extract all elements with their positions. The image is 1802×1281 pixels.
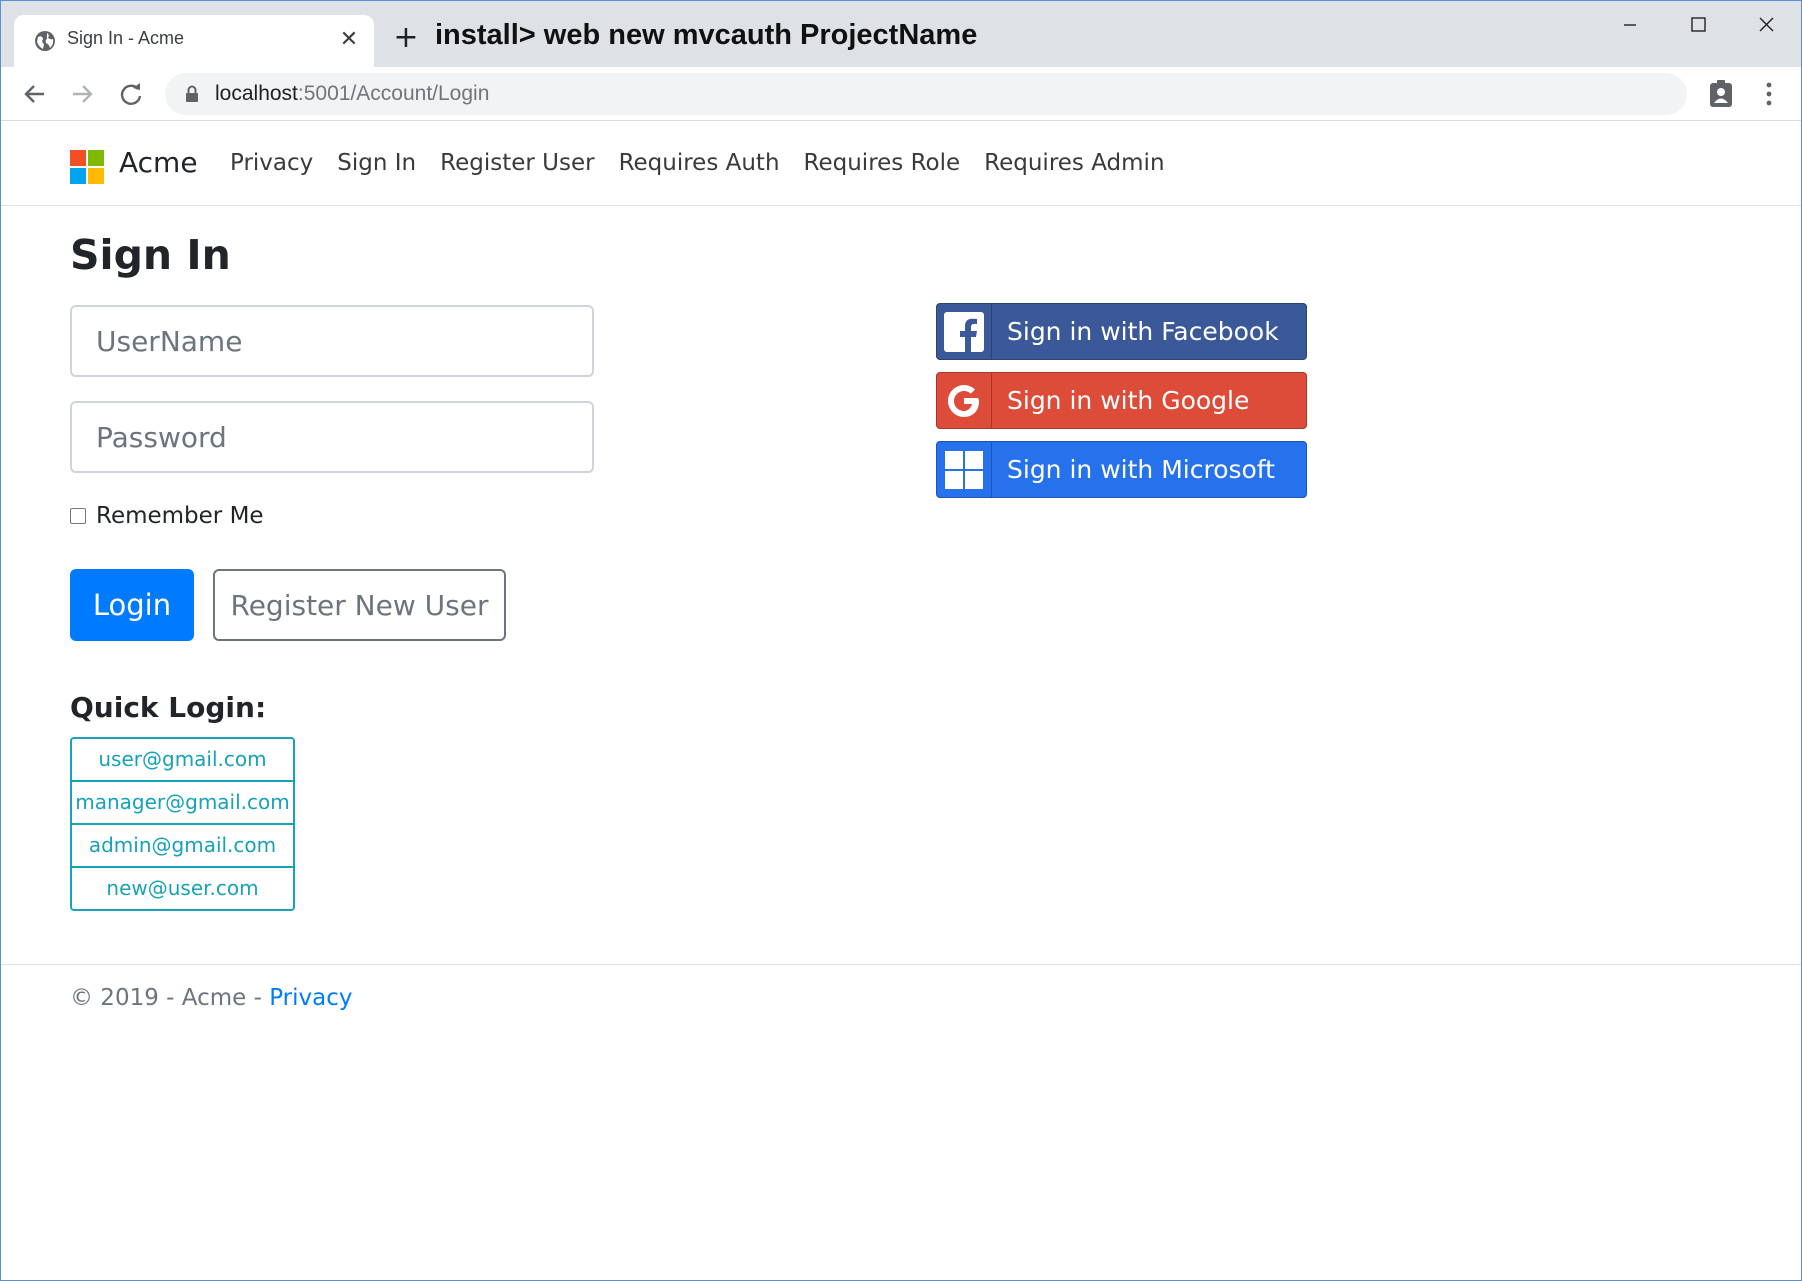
- password-input[interactable]: [70, 401, 594, 473]
- globe-icon: [33, 29, 57, 53]
- nav-link-requires-auth[interactable]: Requires Auth: [607, 150, 792, 176]
- username-input[interactable]: [70, 305, 594, 377]
- nav-link-requires-admin[interactable]: Requires Admin: [972, 150, 1176, 176]
- footer-privacy-link[interactable]: Privacy: [269, 985, 352, 1011]
- google-icon: [937, 373, 992, 428]
- quick-login-user[interactable]: user@gmail.com: [70, 737, 295, 782]
- tab-close-icon[interactable]: ✕: [336, 27, 362, 53]
- microsoft-signin-label: Sign in with Microsoft: [1007, 455, 1275, 484]
- footer: © 2019 - Acme - Privacy: [70, 985, 353, 1011]
- site-navbar: Acme Privacy Sign In Register User Requi…: [1, 122, 1801, 206]
- profile-badge-icon[interactable]: [1707, 79, 1735, 109]
- browser-window: Sign In - Acme ✕ + install> web new mvca…: [0, 0, 1802, 1281]
- address-bar[interactable]: localhost:5001/Account/Login: [165, 73, 1687, 115]
- google-signin-button[interactable]: Sign in with Google: [936, 372, 1307, 429]
- nav-link-sign-in[interactable]: Sign In: [325, 150, 428, 176]
- back-arrow-icon[interactable]: [18, 77, 52, 111]
- quick-login-list: user@gmail.com manager@gmail.com admin@g…: [70, 737, 295, 911]
- url-path: :5001/Account/Login: [297, 82, 490, 105]
- footer-divider: [1, 964, 1801, 965]
- nav-links: Privacy Sign In Register User Requires A…: [230, 150, 1177, 176]
- microsoft-icon: [937, 442, 992, 497]
- quick-login-heading: Quick Login:: [70, 691, 267, 724]
- quick-login-admin[interactable]: admin@gmail.com: [70, 823, 295, 868]
- brand-name[interactable]: Acme: [119, 146, 198, 179]
- minimize-icon[interactable]: [1600, 7, 1660, 43]
- quick-login-manager[interactable]: manager@gmail.com: [70, 780, 295, 825]
- quick-login-new[interactable]: new@user.com: [70, 866, 295, 911]
- tab-title: Sign In - Acme: [67, 28, 185, 48]
- footer-text: © 2019 - Acme -: [70, 985, 270, 1011]
- reload-icon[interactable]: [114, 77, 148, 111]
- nav-link-register-user[interactable]: Register User: [428, 150, 606, 176]
- more-menu-icon[interactable]: [1757, 79, 1781, 109]
- register-new-user-button[interactable]: Register New User: [213, 569, 506, 641]
- brand-logo-icon[interactable]: [70, 150, 104, 184]
- browser-tab[interactable]: Sign In - Acme ✕: [14, 15, 374, 67]
- facebook-icon: [937, 304, 992, 359]
- browser-toolbar: localhost:5001/Account/Login: [1, 67, 1801, 121]
- login-button[interactable]: Login: [70, 569, 194, 641]
- url-text: localhost:5001/Account/Login: [215, 82, 489, 106]
- close-window-icon[interactable]: [1736, 7, 1796, 43]
- facebook-signin-button[interactable]: Sign in with Facebook: [936, 303, 1307, 360]
- url-host: localhost: [215, 82, 298, 105]
- lock-icon: [185, 85, 199, 103]
- forward-arrow-icon[interactable]: [65, 77, 99, 111]
- new-tab-icon[interactable]: +: [391, 23, 421, 53]
- google-signin-label: Sign in with Google: [1007, 386, 1250, 415]
- microsoft-signin-button[interactable]: Sign in with Microsoft: [936, 441, 1307, 498]
- remember-me-label[interactable]: Remember Me: [96, 503, 264, 529]
- remember-me[interactable]: Remember Me: [70, 503, 264, 529]
- remember-me-checkbox[interactable]: [70, 508, 86, 524]
- overlay-caption: install> web new mvcauth ProjectName: [435, 19, 978, 51]
- maximize-icon[interactable]: [1668, 7, 1728, 43]
- tab-strip: Sign In - Acme ✕ + install> web new mvca…: [1, 1, 1801, 67]
- nav-link-privacy[interactable]: Privacy: [230, 150, 325, 176]
- page-title: Sign In: [70, 231, 231, 279]
- facebook-signin-label: Sign in with Facebook: [1007, 317, 1279, 346]
- nav-link-requires-role[interactable]: Requires Role: [792, 150, 973, 176]
